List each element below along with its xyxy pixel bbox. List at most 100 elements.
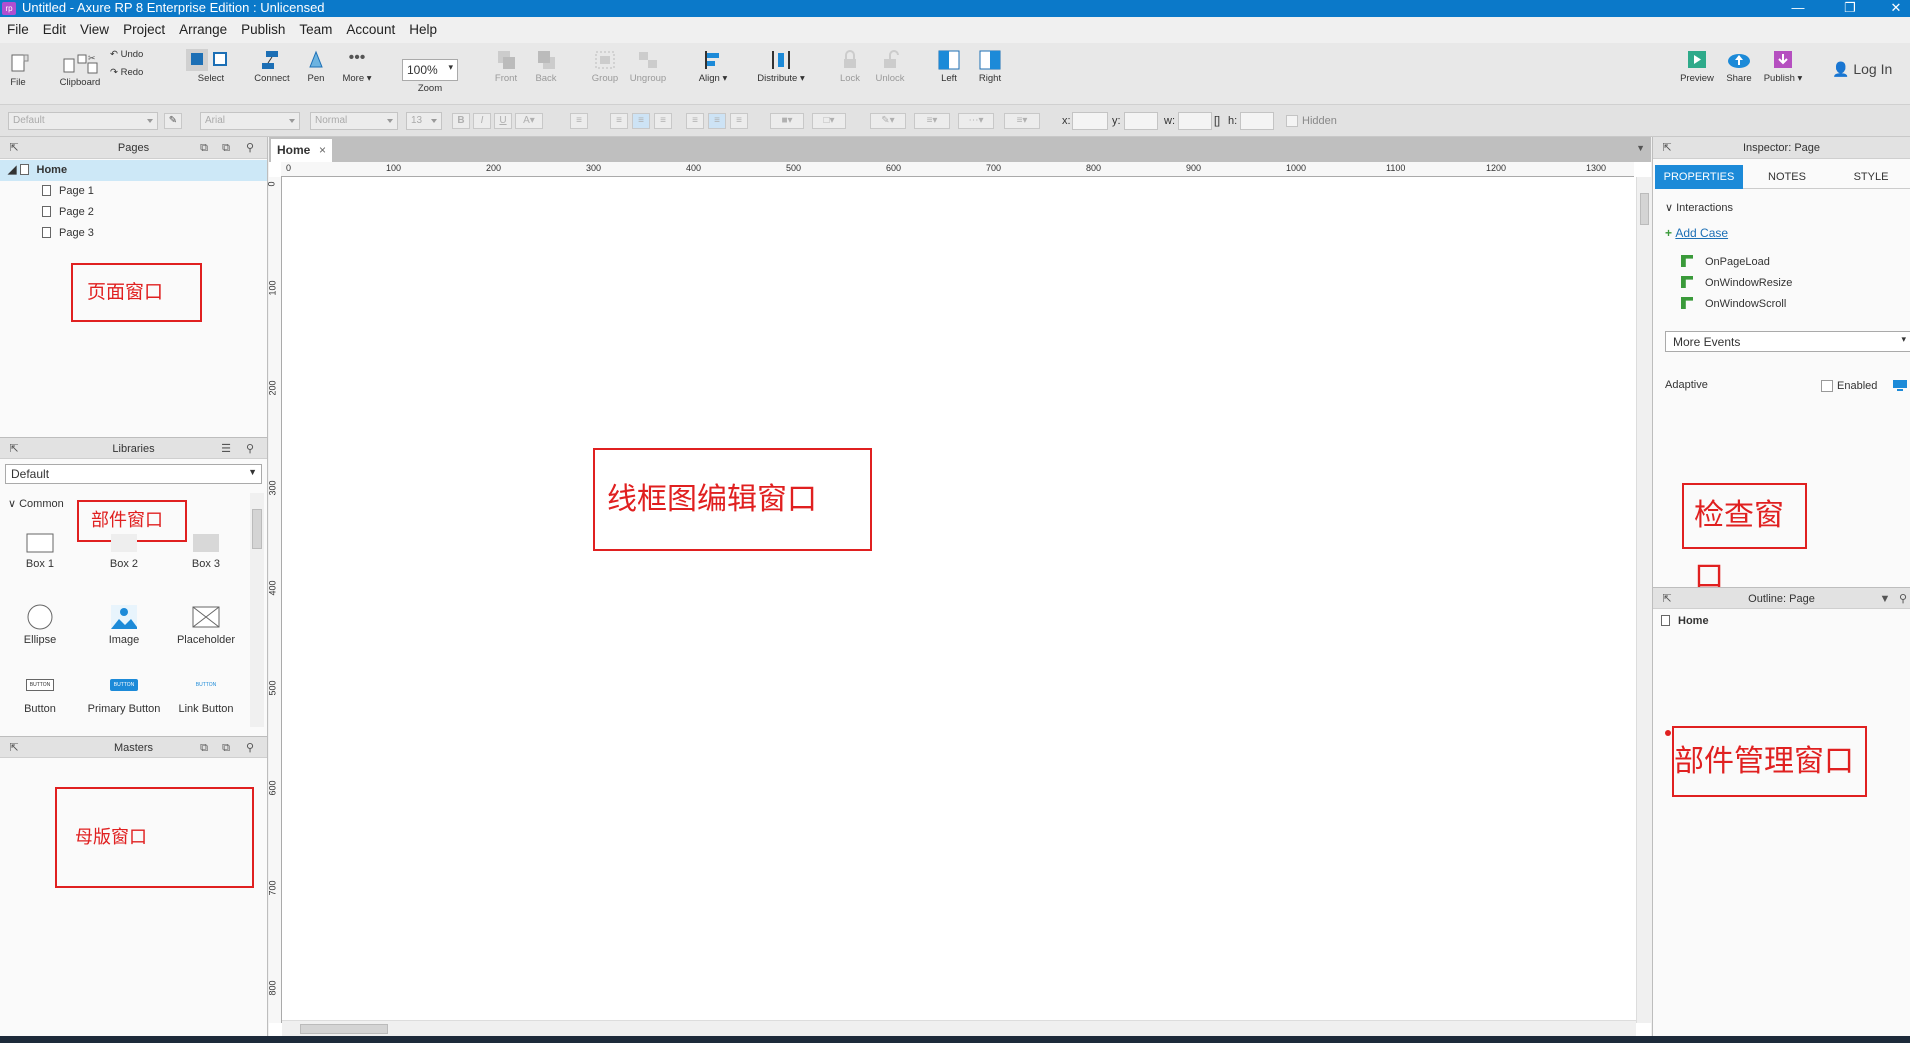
lock-button[interactable]: Lock: [836, 49, 864, 84]
enabled-checkbox[interactable]: [1821, 380, 1833, 392]
preview-button[interactable]: Preview: [1678, 49, 1716, 84]
vertical-scrollbar[interactable]: [1636, 177, 1651, 1023]
add-folder-icon[interactable]: ⧉: [220, 142, 232, 154]
underline-icon[interactable]: U: [494, 113, 512, 129]
tab-notes[interactable]: NOTES: [1743, 165, 1831, 189]
library-group-common[interactable]: ∨ Common: [8, 497, 64, 510]
format-painter-icon[interactable]: ✎: [164, 113, 182, 129]
page-item-3[interactable]: Page 3: [0, 223, 267, 244]
unlock-button[interactable]: Unlock: [872, 49, 908, 84]
widget-primary-button[interactable]: BUTTON Primary Button: [84, 679, 164, 715]
search-icon[interactable]: ⚲: [244, 742, 256, 754]
canvas[interactable]: [269, 137, 1651, 1043]
menu-edit[interactable]: Edit: [36, 17, 73, 37]
y-input[interactable]: [1124, 112, 1158, 130]
align-top-icon[interactable]: ≡: [686, 113, 704, 129]
arrow-style-icon[interactable]: ≡▾: [1004, 113, 1040, 129]
front-button[interactable]: Front: [490, 49, 522, 84]
widget-box3[interactable]: Box 3: [166, 531, 246, 570]
widget-placeholder[interactable]: Placeholder: [166, 603, 246, 646]
w-input[interactable]: [1178, 112, 1212, 130]
event-onpageload[interactable]: OnPageLoad: [1705, 256, 1770, 268]
select-button[interactable]: Select: [182, 49, 240, 84]
minimize-icon[interactable]: —: [1786, 0, 1810, 15]
scroll-thumb[interactable]: [252, 509, 262, 549]
bold-icon[interactable]: B: [452, 113, 470, 129]
interactions-section[interactable]: ∨ Interactions: [1665, 201, 1733, 214]
add-case-link[interactable]: + Add Case: [1665, 226, 1728, 240]
tab-style[interactable]: STYLE: [1831, 165, 1910, 189]
widget-box1[interactable]: Box 1: [0, 531, 80, 570]
lock-ratio-icon[interactable]: [​]: [1214, 115, 1220, 127]
line-style-icon[interactable]: ⋯▾: [958, 113, 994, 129]
menu-arrange[interactable]: Arrange: [172, 17, 234, 37]
font-select[interactable]: Arial: [200, 112, 300, 130]
event-onwindowresize[interactable]: OnWindowResize: [1705, 277, 1792, 289]
connect-button[interactable]: Connect: [252, 49, 292, 84]
align-center-icon[interactable]: ≡: [632, 113, 650, 129]
tab-home[interactable]: Home ×: [271, 139, 332, 162]
outline-item-home[interactable]: Home: [1661, 615, 1709, 627]
pen-button[interactable]: Pen: [302, 49, 330, 84]
publish-button[interactable]: Publish ▾: [1762, 49, 1804, 84]
h-input[interactable]: [1240, 112, 1274, 130]
adaptive-settings-icon[interactable]: [1893, 379, 1907, 391]
widget-link-button[interactable]: BUTTON Link Button: [166, 679, 246, 715]
close-icon[interactable]: ×: [319, 139, 326, 161]
search-icon[interactable]: ⚲: [244, 142, 256, 154]
collapse-icon[interactable]: ⇱: [1661, 142, 1673, 154]
align-right-icon[interactable]: ≡: [654, 113, 672, 129]
back-button[interactable]: Back: [530, 49, 562, 84]
menu-account[interactable]: Account: [339, 17, 402, 37]
shadow-icon[interactable]: □▾: [812, 113, 846, 129]
x-input[interactable]: [1072, 112, 1108, 130]
zoom-select[interactable]: 100% ▾: [402, 59, 458, 81]
library-scrollbar[interactable]: [250, 493, 264, 727]
fill-color-icon[interactable]: ■▾: [770, 113, 804, 129]
restore-icon[interactable]: ❐: [1838, 0, 1862, 15]
page-item-1[interactable]: Page 1: [0, 181, 267, 202]
event-onwindowscroll[interactable]: OnWindowScroll: [1705, 298, 1786, 310]
align-left-icon[interactable]: ≡: [610, 113, 628, 129]
undo-button[interactable]: ↶ Undo: [110, 49, 156, 60]
italic-icon[interactable]: I: [473, 113, 491, 129]
menu-project[interactable]: Project: [116, 17, 172, 37]
style-select[interactable]: Default: [8, 112, 158, 130]
menu-team[interactable]: Team: [292, 17, 339, 37]
collapse-icon[interactable]: ⇱: [8, 443, 20, 455]
left-panel-button[interactable]: Left: [934, 49, 964, 84]
search-icon[interactable]: ⚲: [244, 443, 256, 455]
menu-view[interactable]: View: [73, 17, 116, 37]
weight-select[interactable]: Normal: [310, 112, 398, 130]
font-color-icon[interactable]: A▾: [515, 113, 543, 129]
hidden-checkbox[interactable]: [1286, 115, 1298, 127]
menu-help[interactable]: Help: [402, 17, 444, 37]
menu-publish[interactable]: Publish: [234, 17, 292, 37]
page-item-2[interactable]: Page 2: [0, 202, 267, 223]
menu-file[interactable]: File: [0, 17, 36, 37]
close-icon[interactable]: ✕: [1884, 0, 1908, 15]
bullet-icon[interactable]: ≡: [570, 113, 588, 129]
library-select[interactable]: Default ▼: [5, 464, 262, 484]
login-button[interactable]: 👤 Log In: [1832, 61, 1894, 78]
collapse-icon[interactable]: ⇱: [8, 742, 20, 754]
more-events-select[interactable]: More Events ▾: [1665, 331, 1910, 352]
add-page-icon[interactable]: ⧉: [198, 142, 210, 154]
widget-box2[interactable]: Box 2: [84, 531, 164, 570]
redo-button[interactable]: ↷ Redo: [110, 67, 156, 78]
scroll-thumb[interactable]: [1640, 193, 1649, 225]
clipboard-button[interactable]: ✂ Clipboard: [56, 53, 104, 88]
align-button[interactable]: Align ▾: [692, 49, 734, 84]
collapse-icon[interactable]: ⇱: [8, 142, 20, 154]
line-width-icon[interactable]: ≡▾: [914, 113, 950, 129]
group-button[interactable]: Group: [588, 49, 622, 84]
align-bottom-icon[interactable]: ≡: [730, 113, 748, 129]
more-button[interactable]: ••• More ▾: [340, 49, 374, 84]
add-master-icon[interactable]: ⧉: [198, 742, 210, 754]
distribute-button[interactable]: Distribute ▾: [752, 49, 810, 84]
horizontal-scrollbar[interactable]: [282, 1020, 1636, 1036]
right-panel-button[interactable]: Right: [974, 49, 1006, 84]
page-item-home[interactable]: ◢ Home: [0, 160, 267, 181]
add-folder-icon[interactable]: ⧉: [220, 742, 232, 754]
ungroup-button[interactable]: Ungroup: [628, 49, 668, 84]
